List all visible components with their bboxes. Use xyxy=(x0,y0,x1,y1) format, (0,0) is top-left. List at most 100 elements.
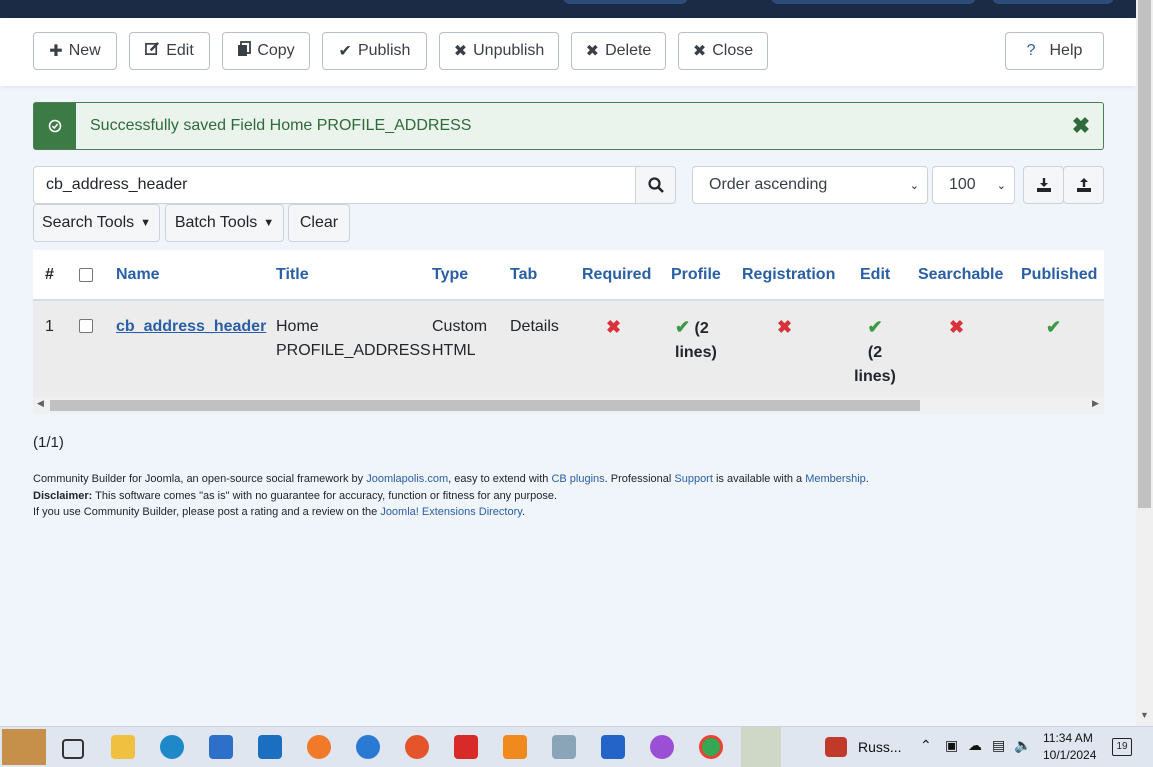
paint-icon[interactable] xyxy=(650,735,674,759)
alert-close-icon[interactable]: ✖ xyxy=(1059,113,1103,139)
toolbar: ✚ New Edit Copy ✔ Publish ✖ Unpublish ✖ … xyxy=(0,18,1136,86)
edit-status[interactable]: ✔ (2 lines) xyxy=(853,315,897,389)
publish-button[interactable]: ✔ Publish xyxy=(322,32,427,70)
col-tab[interactable]: Tab xyxy=(510,266,537,284)
tray-icon[interactable]: ▣ xyxy=(945,737,958,754)
firefox-icon[interactable] xyxy=(307,735,331,759)
registration-x-icon[interactable]: ✖ xyxy=(777,315,792,339)
horizontal-scrollbar[interactable]: ◀ ▶ xyxy=(33,397,1104,414)
network-icon[interactable]: ▤ xyxy=(992,737,1005,754)
copy-button[interactable]: Copy xyxy=(222,32,310,70)
col-title[interactable]: Title xyxy=(276,266,309,284)
import-button[interactable] xyxy=(1063,166,1104,204)
stocks-icon[interactable] xyxy=(825,737,847,757)
close-button[interactable]: ✖ Close xyxy=(678,32,768,70)
field-title: Home PROFILE_ADDRESS xyxy=(276,318,431,359)
success-alert: Successfully saved Field Home PROFILE_AD… xyxy=(33,102,1104,150)
field-name-link[interactable]: cb_address_header xyxy=(116,315,266,339)
scrollbar-thumb[interactable] xyxy=(1138,0,1151,508)
top-header-bar xyxy=(0,0,1136,18)
pagination-info: (1/1) xyxy=(33,434,64,451)
footer-line-3: If you use Community Builder, please pos… xyxy=(33,506,525,518)
search-button[interactable] xyxy=(635,166,676,204)
mail-icon[interactable] xyxy=(258,735,282,759)
scroll-right-icon[interactable]: ▶ xyxy=(1092,398,1099,409)
document-icon[interactable] xyxy=(601,735,625,759)
field-type: Custom HTML xyxy=(432,318,488,359)
thunderbird-icon[interactable] xyxy=(356,735,380,759)
widgets-icon[interactable] xyxy=(2,729,46,765)
joomlapolis-link[interactable]: Joomlapolis.com xyxy=(366,473,448,485)
col-required[interactable]: Required xyxy=(582,266,651,284)
scrollbar-thumb[interactable] xyxy=(50,400,920,411)
windows-taskbar: Russ... ⌃ ▣ ☁ ▤ 🔈 11:34 AM 10/1/2024 19 xyxy=(0,726,1153,767)
scroll-left-icon[interactable]: ◀ xyxy=(37,398,44,409)
espn-icon[interactable] xyxy=(454,735,478,759)
chevron-down-icon: ⌄ xyxy=(909,179,919,192)
select-all-checkbox[interactable] xyxy=(79,268,93,282)
x-icon: ✖ xyxy=(453,43,468,60)
x-icon: ✖ xyxy=(692,43,707,60)
profile-status[interactable]: ✔ (2 lines) xyxy=(675,315,725,365)
photos-icon[interactable] xyxy=(552,735,576,759)
edit-check-icon: ✔ xyxy=(867,317,883,337)
help-button[interactable]: ? Help xyxy=(1005,32,1104,70)
duckduckgo-icon[interactable] xyxy=(405,735,429,759)
system-clock[interactable]: 11:34 AM 10/1/2024 xyxy=(1043,730,1096,764)
field-tab: Details xyxy=(510,318,559,335)
vlc-icon[interactable] xyxy=(503,735,527,759)
search-tools-button[interactable]: Search Tools ▼ xyxy=(33,204,160,242)
volume-icon[interactable]: 🔈 xyxy=(1014,737,1031,754)
notification-icon[interactable]: 19 xyxy=(1112,738,1132,756)
col-type[interactable]: Type xyxy=(432,266,468,284)
chevron-up-icon[interactable]: ⌃ xyxy=(920,737,932,754)
vertical-scrollbar[interactable]: ▼ xyxy=(1136,0,1153,726)
order-select[interactable]: Order ascending ⌄ xyxy=(692,166,928,204)
col-published[interactable]: Published xyxy=(1021,266,1097,284)
table-row: 1 cb_address_header Home PROFILE_ADDRESS… xyxy=(33,301,1104,397)
limit-select[interactable]: 100 ⌄ xyxy=(932,166,1015,204)
edge-icon[interactable] xyxy=(160,735,184,759)
cb-plugins-link[interactable]: CB plugins xyxy=(551,473,604,485)
caret-down-icon: ▼ xyxy=(140,217,152,229)
x-icon: ✖ xyxy=(585,43,600,60)
header-pill[interactable] xyxy=(992,0,1114,4)
delete-button[interactable]: ✖ Delete xyxy=(571,32,666,70)
col-profile[interactable]: Profile xyxy=(671,266,721,284)
searchable-x-icon[interactable]: ✖ xyxy=(949,315,964,339)
taskbar-app-label[interactable]: Russ... xyxy=(858,739,902,755)
task-view-icon[interactable] xyxy=(62,739,84,759)
header-pill[interactable] xyxy=(563,0,688,4)
profile-check-icon: ✔ xyxy=(675,317,691,337)
check-icon: ✔ xyxy=(338,43,352,60)
file-explorer-icon[interactable] xyxy=(111,735,135,759)
unpublish-button[interactable]: ✖ Unpublish xyxy=(439,32,559,70)
copy-icon xyxy=(237,40,252,62)
jed-link[interactable]: Joomla! Extensions Directory xyxy=(380,506,522,518)
store-icon[interactable] xyxy=(209,735,233,759)
footer-line-1: Community Builder for Joomla, an open-so… xyxy=(33,473,869,485)
export-button[interactable] xyxy=(1023,166,1064,204)
active-app-icon[interactable] xyxy=(741,727,781,767)
row-checkbox[interactable] xyxy=(79,319,93,333)
new-button[interactable]: ✚ New xyxy=(33,32,117,70)
scroll-down-icon[interactable]: ▼ xyxy=(1140,710,1149,720)
weather-icon[interactable]: ☁ xyxy=(968,737,982,754)
plus-icon: ✚ xyxy=(49,43,63,60)
batch-tools-button[interactable]: Batch Tools ▼ xyxy=(165,204,284,242)
col-searchable[interactable]: Searchable xyxy=(918,266,1003,284)
published-check-icon[interactable]: ✔ xyxy=(1046,315,1061,339)
row-number: 1 xyxy=(45,318,54,335)
col-name[interactable]: Name xyxy=(116,266,160,284)
search-input[interactable] xyxy=(33,166,636,204)
clear-button[interactable]: Clear xyxy=(288,204,350,242)
support-link[interactable]: Support xyxy=(674,473,713,485)
col-registration[interactable]: Registration xyxy=(742,266,835,284)
edit-button[interactable]: Edit xyxy=(129,32,210,70)
header-pill[interactable] xyxy=(771,0,976,4)
col-edit[interactable]: Edit xyxy=(860,266,890,284)
chrome-icon[interactable] xyxy=(699,735,723,759)
search-icon xyxy=(647,177,664,193)
required-x-icon[interactable]: ✖ xyxy=(606,315,621,339)
membership-link[interactable]: Membership xyxy=(805,473,866,485)
